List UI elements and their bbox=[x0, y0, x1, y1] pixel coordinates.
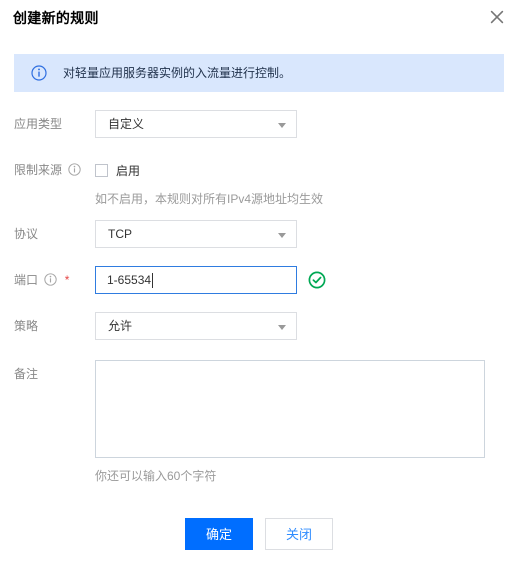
dialog-header: 创建新的规则 bbox=[0, 0, 518, 38]
limit-source-label-text: 限制来源 bbox=[14, 163, 62, 177]
info-circle-icon[interactable] bbox=[68, 158, 81, 186]
text-cursor bbox=[152, 273, 153, 288]
policy-value: 允许 bbox=[108, 313, 132, 340]
info-circle-icon[interactable] bbox=[44, 268, 57, 296]
limit-source-hint: 如不启用，本规则对所有IPv4源地址均生效 bbox=[95, 191, 323, 207]
port-input-value: 1-65534 bbox=[107, 267, 151, 294]
field-remark: 备注 你还可以输入60个字符 bbox=[0, 360, 518, 490]
port-control: 1-65534 bbox=[95, 266, 297, 294]
info-banner: 对轻量应用服务器实例的入流量进行控制。 bbox=[14, 54, 504, 92]
limit-source-control: 启用 如不启用，本规则对所有IPv4源地址均生效 bbox=[95, 160, 323, 207]
field-limit-source: 限制来源 启用 如不启用，本规则对所有IPv4源地址均生效 bbox=[0, 156, 518, 220]
field-policy: 策略 允许 bbox=[0, 312, 518, 360]
limit-source-label: 限制来源 bbox=[14, 156, 94, 186]
protocol-value: TCP bbox=[108, 221, 132, 248]
limit-source-checkbox[interactable]: 启用 bbox=[95, 160, 323, 180]
field-protocol: 协议 TCP bbox=[0, 220, 518, 266]
remark-label: 备注 bbox=[14, 360, 94, 388]
limit-source-checkbox-label: 启用 bbox=[116, 162, 140, 179]
chevron-down-icon bbox=[278, 325, 286, 330]
policy-select[interactable]: 允许 bbox=[95, 312, 297, 340]
close-icon bbox=[490, 10, 504, 24]
dialog-footer: 确定 关闭 bbox=[0, 518, 518, 550]
page-title: 创建新的规则 bbox=[13, 8, 99, 28]
policy-label: 策略 bbox=[14, 312, 94, 340]
protocol-control: TCP bbox=[95, 220, 297, 248]
field-port: 端口 * 1-65534 bbox=[0, 266, 518, 312]
app-type-label: 应用类型 bbox=[14, 110, 94, 138]
confirm-button[interactable]: 确定 bbox=[185, 518, 253, 550]
close-dialog-button[interactable]: 关闭 bbox=[265, 518, 333, 550]
close-button[interactable] bbox=[486, 6, 508, 28]
protocol-label: 协议 bbox=[14, 220, 94, 248]
app-type-control: 自定义 bbox=[95, 110, 297, 138]
policy-control: 允许 bbox=[95, 312, 297, 340]
checkbox-box-icon bbox=[95, 164, 108, 177]
info-circle-icon bbox=[31, 65, 47, 81]
remark-hint: 你还可以输入60个字符 bbox=[95, 467, 485, 484]
port-input[interactable]: 1-65534 bbox=[95, 266, 297, 294]
port-label: 端口 * bbox=[14, 266, 94, 296]
protocol-select[interactable]: TCP bbox=[95, 220, 297, 248]
app-type-value: 自定义 bbox=[108, 111, 144, 138]
field-app-type: 应用类型 自定义 bbox=[0, 110, 518, 156]
app-type-select[interactable]: 自定义 bbox=[95, 110, 297, 138]
port-label-text: 端口 bbox=[14, 273, 38, 287]
chevron-down-icon bbox=[278, 123, 286, 128]
chevron-down-icon bbox=[278, 233, 286, 238]
info-banner-text: 对轻量应用服务器实例的入流量进行控制。 bbox=[63, 65, 291, 81]
create-rule-dialog: 创建新的规则 对轻量应用服务器实例的入流量进行控制。 应用类型 bbox=[0, 0, 518, 569]
remark-textarea[interactable] bbox=[95, 360, 485, 458]
remark-control: 你还可以输入60个字符 bbox=[95, 360, 485, 484]
rule-form: 应用类型 自定义 限制来源 bbox=[0, 110, 518, 490]
check-circle-icon bbox=[308, 271, 326, 289]
required-asterisk: * bbox=[65, 273, 70, 287]
